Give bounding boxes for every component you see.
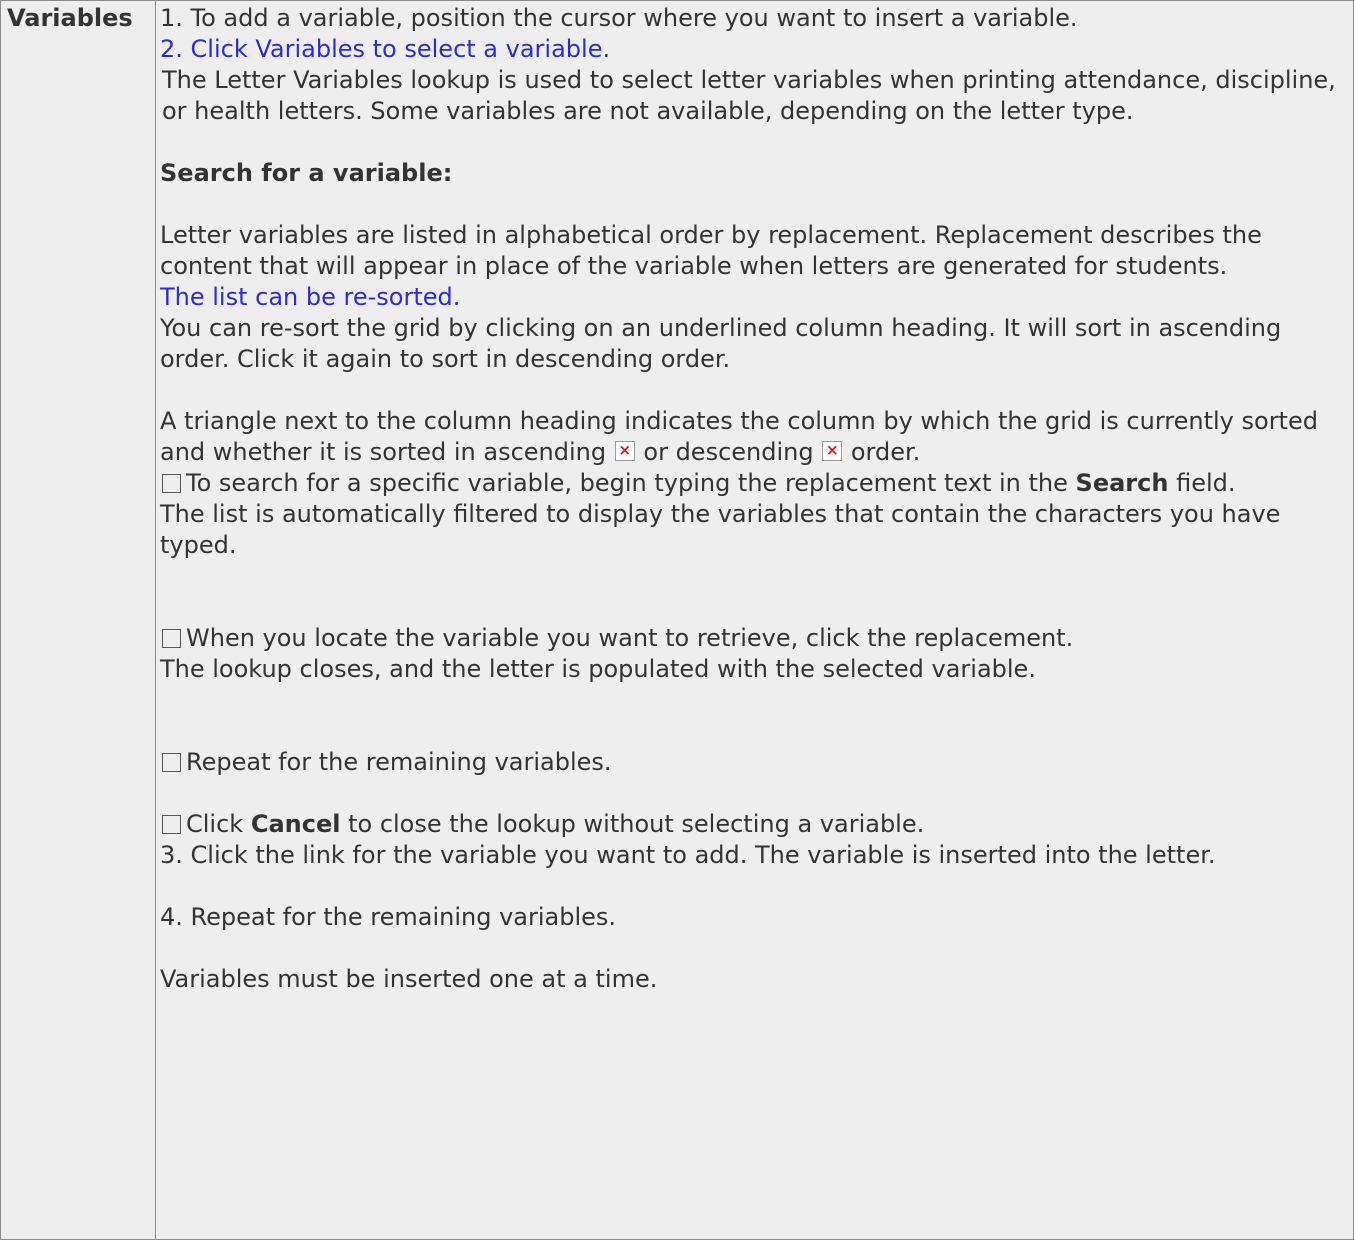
lookup-description: The Letter Variables lookup is used to s… xyxy=(162,66,1336,125)
checkbox-icon xyxy=(162,474,181,493)
cancel-text-a: Click xyxy=(186,810,244,838)
checkbox-icon xyxy=(162,629,181,648)
triangle-text-or: or descending xyxy=(643,438,814,466)
search-text-b: field. xyxy=(1176,469,1236,497)
order-description: Letter variables are listed in alphabeti… xyxy=(160,221,1262,280)
triangle-description: A triangle next to the column heading in… xyxy=(160,406,1349,468)
lookup-closes-text: The lookup closes, and the letter is pop… xyxy=(160,655,1036,683)
step-3-text: 3. Click the link for the variable you w… xyxy=(160,841,1216,869)
term-label: Variables xyxy=(7,4,133,32)
filter-description: The list is automatically filtered to di… xyxy=(160,500,1281,559)
step-4-text: 4. Repeat for the remaining variables. xyxy=(160,903,617,931)
definition-row: Variables 1. To add a variable, position… xyxy=(0,0,1354,1240)
search-heading: Search for a variable: xyxy=(160,159,453,187)
step-1-text: 1. To add a variable, position the curso… xyxy=(160,4,1078,32)
locate-text: When you locate the variable you want to… xyxy=(186,624,1074,652)
triangle-text-b: order. xyxy=(850,438,921,466)
term-cell: Variables xyxy=(0,0,156,1240)
cancel-text-b: to close the lookup without selecting a … xyxy=(348,810,925,838)
search-instruction: To search for a specific variable, begin… xyxy=(160,468,1349,499)
repeat-instruction: Repeat for the remaining variables. xyxy=(160,747,1349,778)
definition-table: Variables 1. To add a variable, position… xyxy=(0,0,1354,1240)
step-2-link[interactable]: 2. Click Variables to select a variable. xyxy=(160,34,1349,65)
search-text-a: To search for a specific variable, begin… xyxy=(186,469,1068,497)
checkbox-icon xyxy=(162,753,181,772)
cancel-instruction: Click Cancel to close the lookup without… xyxy=(160,809,1349,840)
search-field-label: Search xyxy=(1075,469,1169,497)
cancel-button-label: Cancel xyxy=(250,810,341,838)
locate-instruction: When you locate the variable you want to… xyxy=(160,623,1349,654)
note-text: Variables must be inserted one at a time… xyxy=(160,965,658,993)
resort-link[interactable]: The list can be re-sorted. xyxy=(160,282,1349,313)
broken-image-icon: × xyxy=(822,441,843,461)
description-cell: 1. To add a variable, position the curso… xyxy=(155,0,1354,1240)
repeat-text: Repeat for the remaining variables. xyxy=(186,748,612,776)
broken-image-icon: × xyxy=(614,441,635,461)
resort-description: You can re-sort the grid by clicking on … xyxy=(160,314,1282,373)
checkbox-icon xyxy=(162,815,181,834)
